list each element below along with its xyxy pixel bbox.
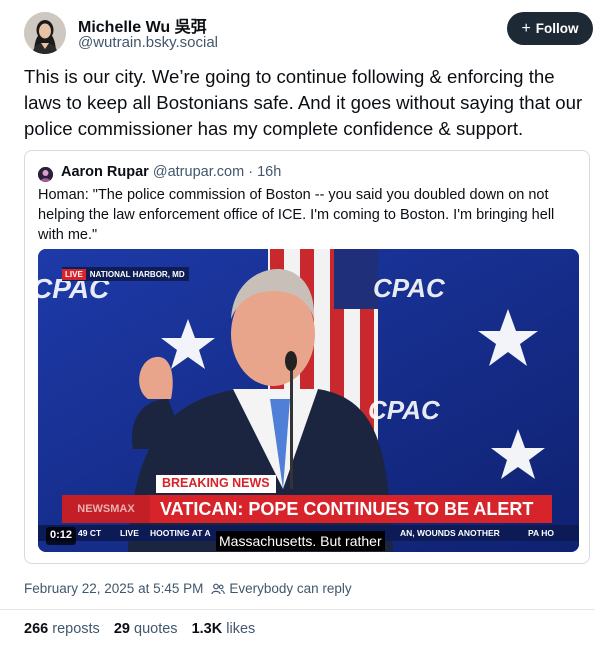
location-label: NATIONAL HARBOR, MD bbox=[89, 269, 185, 279]
quotes-stat[interactable]: 29 quotes bbox=[114, 621, 178, 637]
network-logo: NEWSMAX bbox=[62, 495, 150, 523]
reposts-count: 266 bbox=[24, 621, 49, 637]
live-location-badge: LIVE NATIONAL HARBOR, MD bbox=[62, 267, 189, 281]
ticker-edge: PA HO bbox=[528, 528, 554, 538]
cpac-logo-right: CPAC bbox=[373, 273, 445, 303]
video-player[interactable]: CPAC CPAC CPAC LIVE NATIONAL HARBOR, MD … bbox=[38, 249, 579, 552]
quoted-meta: Aaron Rupar @atrupar.com · 16h bbox=[61, 164, 281, 180]
video-timestamp: 0:12 bbox=[46, 527, 77, 545]
likes-stat[interactable]: 1.3K likes bbox=[192, 621, 256, 637]
reply-setting[interactable]: Everybody can reply bbox=[229, 581, 351, 596]
breaking-news-label: BREAKING NEWS bbox=[156, 475, 276, 493]
reposts-stat[interactable]: 266 reposts bbox=[24, 621, 100, 637]
ticker-live: LIVE bbox=[120, 528, 139, 538]
follow-label: Follow bbox=[535, 21, 579, 36]
quotes-count: 29 bbox=[113, 621, 130, 637]
post-text: This is our city. We’re going to continu… bbox=[24, 66, 583, 139]
quoted-author-name[interactable]: Aaron Rupar bbox=[61, 164, 149, 180]
ticker-text: HOOTING AT A bbox=[150, 528, 211, 538]
quoted-author-avatar[interactable] bbox=[38, 167, 53, 182]
quoted-author-handle[interactable]: @atrupar.com bbox=[153, 164, 244, 180]
post-header: Michelle Wu 吳弭 @wutrain.bsky.social + Fo… bbox=[24, 10, 595, 56]
quoted-post-age[interactable]: 16h bbox=[257, 164, 281, 180]
author-avatar[interactable] bbox=[24, 12, 66, 54]
likes-label: likes bbox=[226, 621, 256, 637]
follow-button[interactable]: + Follow bbox=[507, 12, 593, 45]
quoted-text: Homan: "The police commission of Boston … bbox=[38, 187, 555, 243]
divider bbox=[0, 609, 595, 610]
headline-bar: VATICAN: POPE CONTINUES TO BE ALERT bbox=[150, 495, 552, 523]
plus-icon: + bbox=[521, 19, 531, 37]
quotes-label: quotes bbox=[134, 621, 178, 637]
meta-separator: · bbox=[248, 164, 254, 180]
quoted-post[interactable]: Aaron Rupar @atrupar.com · 16h Homan: "T… bbox=[24, 150, 590, 564]
people-icon bbox=[211, 583, 226, 595]
live-badge: LIVE bbox=[62, 268, 86, 280]
video-caption: Massachusetts. But rather bbox=[216, 531, 385, 551]
cpac-logo-mid: CPAC bbox=[368, 395, 440, 425]
author-handle[interactable]: @wutrain.bsky.social bbox=[78, 34, 218, 51]
ticker-text-right: AN, WOUNDS ANOTHER bbox=[400, 528, 500, 538]
likes-count: 1.3K bbox=[191, 621, 223, 637]
reposts-label: reposts bbox=[52, 621, 100, 637]
post-datetime[interactable]: February 22, 2025 at 5:45 PM bbox=[24, 581, 203, 596]
post-meta: February 22, 2025 at 5:45 PM Everybody c… bbox=[24, 581, 352, 596]
ticker-time: 49 CT bbox=[78, 528, 102, 538]
engagement-stats: 266 reposts 29 quotes 1.3K likes bbox=[24, 621, 265, 637]
